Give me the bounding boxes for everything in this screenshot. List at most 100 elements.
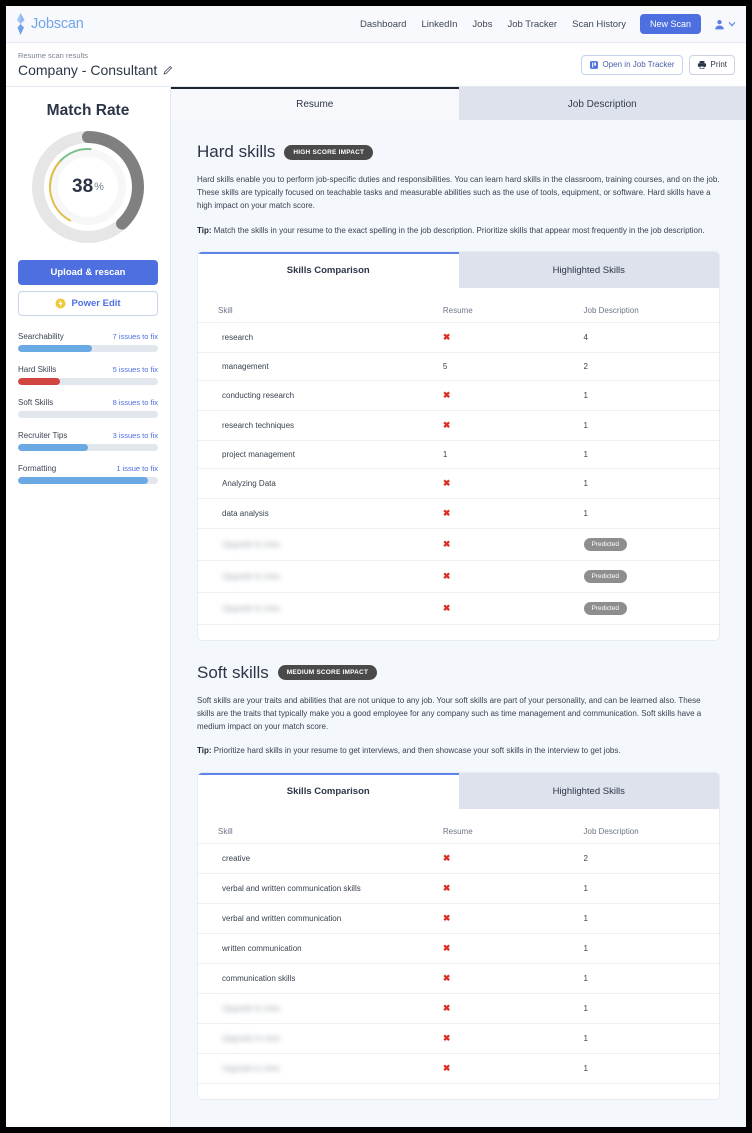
skill-name: communication skills <box>222 973 296 983</box>
tab-highlighted-skills[interactable]: Highlighted Skills <box>458 251 719 288</box>
skill-name: project management <box>222 449 295 459</box>
cell-resume-count: 5 <box>442 351 584 381</box>
cell-job-description-count: 1 <box>583 379 719 411</box>
nav-link-dashboard[interactable]: Dashboard <box>360 19 406 30</box>
score-item-recruiter-tips[interactable]: Recruiter Tips 3 issues to fix <box>18 431 158 451</box>
skill-name: creative <box>222 853 251 863</box>
cell-skill: creative <box>198 842 443 873</box>
tip-text: Prioritize hard skills in your resume to… <box>213 746 621 756</box>
section-title: Soft skills <box>197 662 269 682</box>
cell-job-description-count: 1 <box>583 467 719 499</box>
missing-x-icon: ✖ <box>442 1032 451 1043</box>
match-rate-gauge: 38 % <box>29 128 147 246</box>
tab-job-description[interactable]: Job Description <box>458 87 746 120</box>
section-title-row: Soft skills MEDIUM SCORE IMPACT <box>197 663 720 683</box>
table-row: verbal and written communication skills ✖… <box>198 872 719 903</box>
cell-job-description-count: 2 <box>583 842 719 873</box>
missing-x-icon: ✖ <box>442 882 451 893</box>
table-row: data analysis ✖ 1 <box>198 497 719 529</box>
open-in-job-tracker-button[interactable]: Open in Job Tracker <box>580 54 683 75</box>
section-tip: Tip: Prioritize hard skills in your resu… <box>197 744 720 757</box>
card-tab-bar: Skills Comparison Highlighted Skills <box>198 772 719 809</box>
nav-link-linkedin[interactable]: LinkedIn <box>421 19 457 30</box>
score-fill <box>18 444 88 451</box>
score-head: Recruiter Tips 3 issues to fix <box>18 431 158 440</box>
score-fill <box>18 477 149 484</box>
cell-job-description-count: 1 <box>583 932 719 963</box>
score-fill <box>18 378 60 385</box>
table-row: Upgrade to view ✖ Predicted <box>198 559 719 593</box>
cell-skill: Upgrade to view <box>198 1052 443 1083</box>
open-in-job-tracker-label: Open in Job Tracker <box>602 60 675 69</box>
score-track <box>18 411 158 418</box>
score-label: Hard Skills <box>18 365 57 374</box>
score-issues: 8 issues to fix <box>112 398 158 407</box>
cell-resume-count: ✖ <box>442 1022 584 1053</box>
print-button[interactable]: Print <box>688 54 735 75</box>
cell-job-description-count: Predicted <box>583 527 719 561</box>
skill-name-locked: Upgrade to view <box>222 571 280 581</box>
table-row: research techniques ✖ 1 <box>198 409 719 441</box>
cell-skill: research techniques <box>198 409 443 441</box>
predicted-badge: Predicted <box>583 601 627 615</box>
score-item-searchability[interactable]: Searchability 7 issues to fix <box>18 332 158 352</box>
user-avatar-icon <box>714 19 725 30</box>
tab-resume[interactable]: Resume <box>171 87 459 120</box>
main-panel: Resume Job Description Hard skills HIGH … <box>171 87 746 1127</box>
cell-skill: Analyzing Data <box>198 467 443 499</box>
table-row: verbal and written communication ✖ 1 <box>198 902 719 933</box>
skill-name: research techniques <box>222 420 295 430</box>
cell-resume-count: ✖ <box>442 842 584 873</box>
power-edit-button[interactable]: Power Edit <box>18 291 158 316</box>
soft-skills-card: Skills Comparison Highlighted Skills Ski… <box>197 771 720 1100</box>
hard-skills-table: Skill Resume Job Description research ✖ 4 m… <box>198 298 719 624</box>
cell-resume-count: ✖ <box>442 321 584 353</box>
missing-x-icon: ✖ <box>442 852 451 863</box>
cell-job-description-count: 1 <box>583 902 719 933</box>
skill-name: data analysis <box>222 508 269 518</box>
cell-resume-count: ✖ <box>442 1052 584 1083</box>
nav-link-scan-history[interactable]: Scan History <box>572 19 626 30</box>
match-rate-unit: % <box>94 181 104 193</box>
new-scan-button[interactable]: New Scan <box>639 14 701 34</box>
col-header-resume: Resume <box>442 826 473 836</box>
tab-highlighted-skills[interactable]: Highlighted Skills <box>458 772 719 809</box>
tab-skills-comparison[interactable]: Skills Comparison <box>198 772 459 809</box>
brand-logo[interactable]: Jobscan <box>14 13 84 35</box>
cell-job-description-count: Predicted <box>583 559 719 593</box>
cell-skill: data analysis <box>198 497 443 529</box>
card-footer <box>198 623 719 640</box>
missing-x-icon: ✖ <box>442 477 451 488</box>
table-row: management 5 2 <box>198 351 719 381</box>
nav-link-job-tracker[interactable]: Job Tracker <box>507 19 557 30</box>
tab-skills-comparison[interactable]: Skills Comparison <box>198 251 459 288</box>
col-header-resume: Resume <box>442 305 473 315</box>
cell-job-description-count: 1 <box>583 1052 719 1083</box>
scan-title-block: Resume scan results Company - Consultant <box>18 51 173 78</box>
cell-job-description-count: 1 <box>583 409 719 441</box>
skill-name-locked: Upgrade to view <box>222 1033 280 1043</box>
content-area: Match Rate 38 % Upload & rescan Power Ed… <box>6 87 746 1127</box>
nav-link-jobs[interactable]: Jobs <box>472 19 492 30</box>
upload-and-rescan-button[interactable]: Upload & rescan <box>18 260 158 285</box>
cell-resume-count: ✖ <box>442 591 584 624</box>
table-row: Analyzing Data ✖ 1 <box>198 467 719 499</box>
score-item-hard-skills[interactable]: Hard Skills 5 issues to fix <box>18 365 158 385</box>
cell-job-description-count: 1 <box>583 497 719 529</box>
edit-pencil-icon[interactable] <box>163 65 173 75</box>
missing-x-icon: ✖ <box>442 389 451 400</box>
skill-name-locked: Upgrade to view <box>222 1063 280 1073</box>
table-row: Upgrade to view ✖ 1 <box>198 992 719 1023</box>
skill-name-locked: Upgrade to view <box>222 603 280 613</box>
cell-skill: Upgrade to view <box>198 1022 443 1053</box>
cell-skill: verbal and written communication skills <box>198 872 443 903</box>
app-window: Jobscan Dashboard LinkedIn Jobs Job Trac… <box>0 0 752 1133</box>
predicted-badge: Predicted <box>583 537 627 551</box>
score-label: Soft Skills <box>18 398 54 407</box>
col-header-skill: Skill <box>218 826 233 836</box>
score-item-formatting[interactable]: Formatting 1 issue to fix <box>18 464 158 484</box>
score-track <box>18 444 158 451</box>
account-menu[interactable] <box>714 19 736 30</box>
section-hard-skills: Hard skills HIGH SCORE IMPACT Hard skill… <box>171 120 746 641</box>
score-item-soft-skills[interactable]: Soft Skills 8 issues to fix <box>18 398 158 418</box>
